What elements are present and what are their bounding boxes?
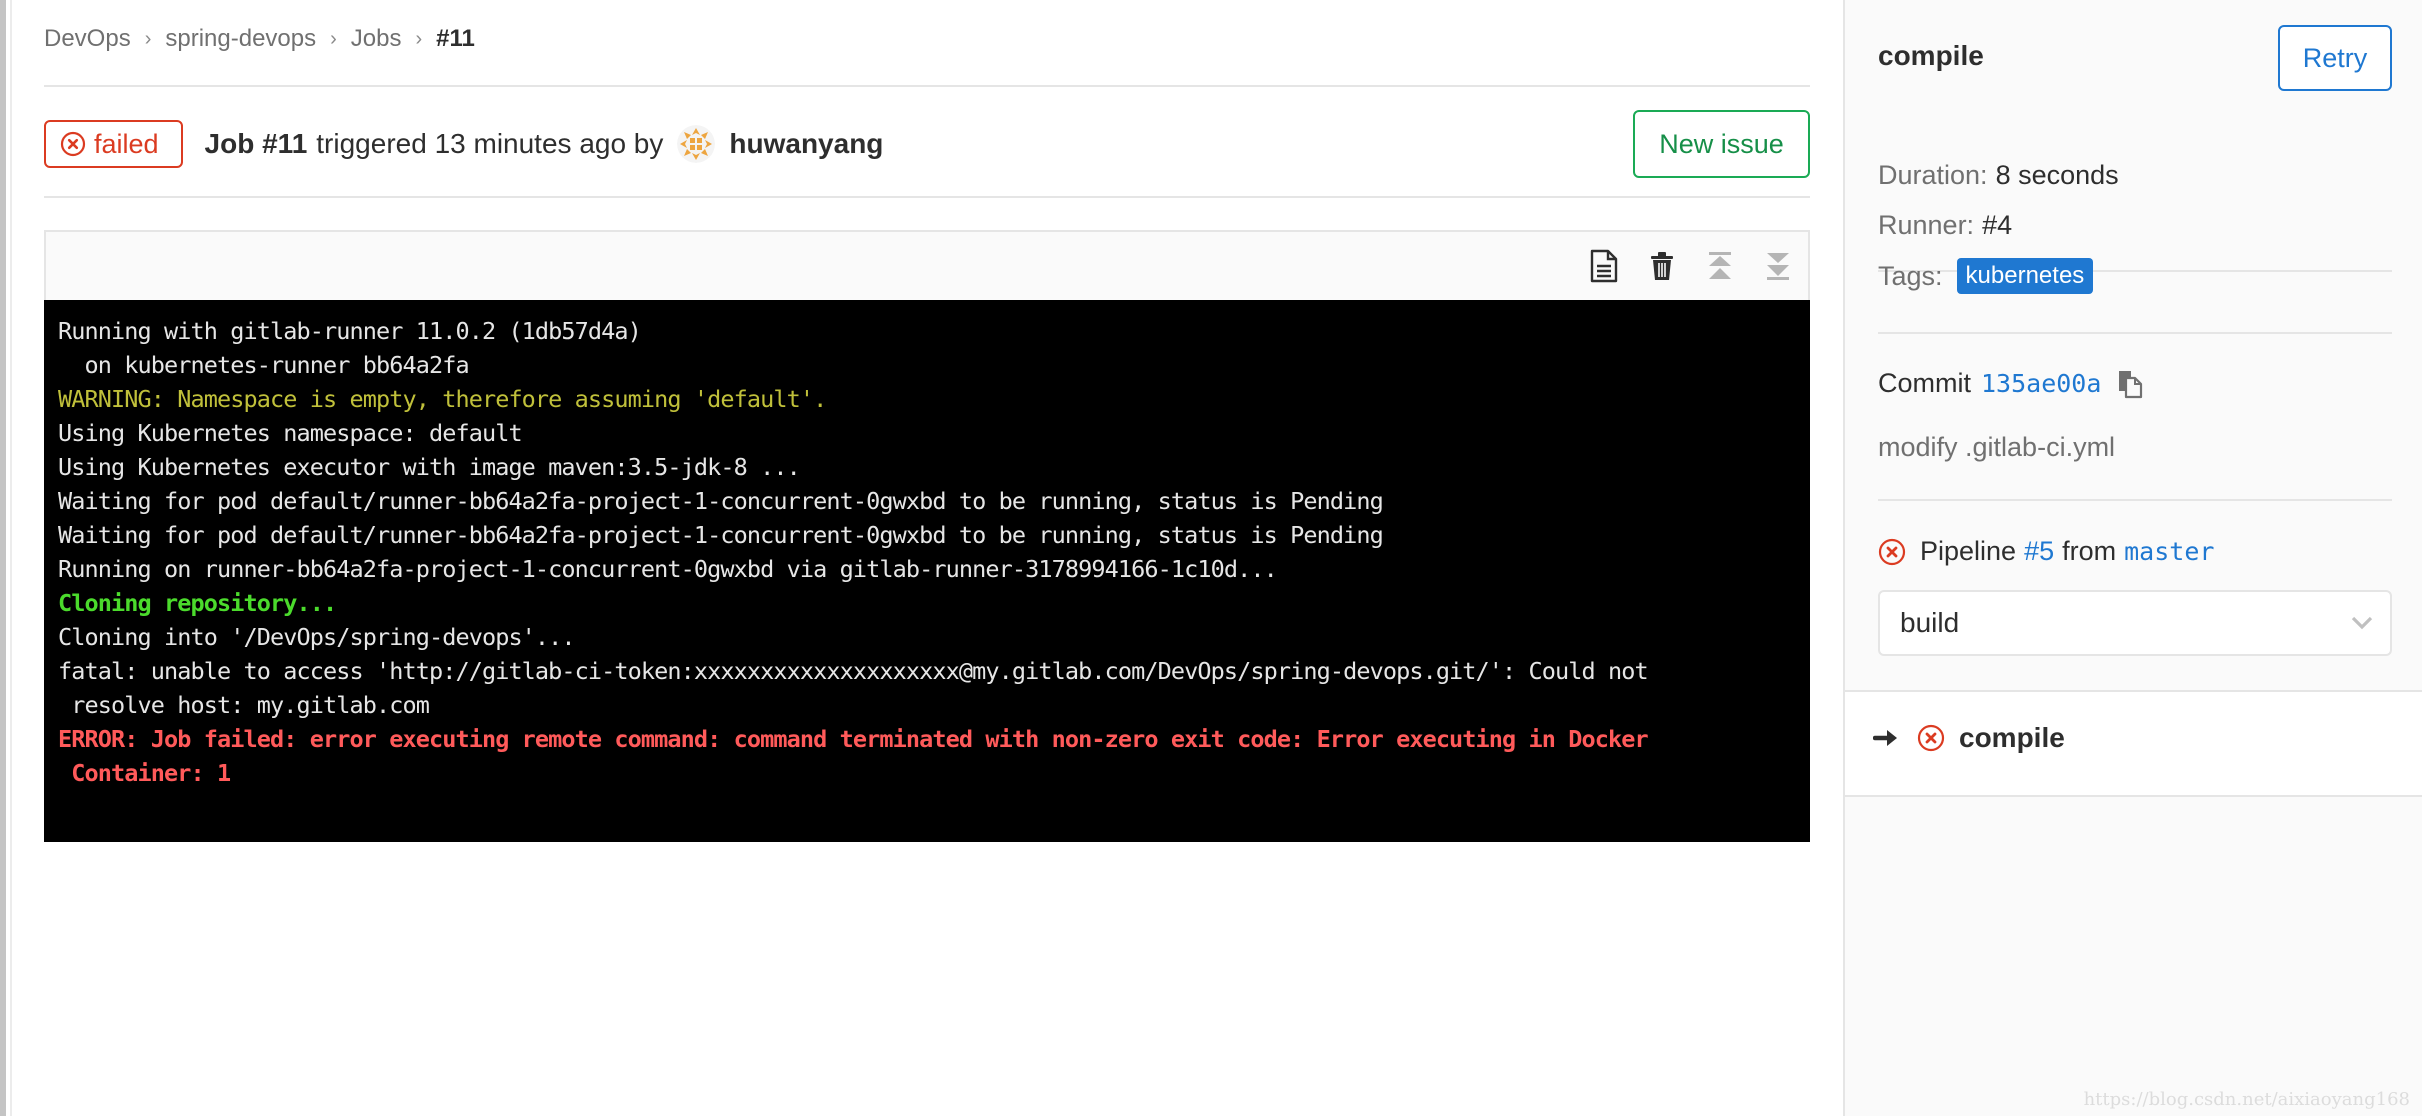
list-item[interactable]: compile <box>1873 722 2065 754</box>
tags-row: Tags: kubernetes <box>1878 258 2094 294</box>
author-link[interactable]: huwanyang <box>729 128 883 160</box>
breadcrumb-project[interactable]: spring-devops <box>165 25 316 53</box>
stage-dropdown[interactable]: build <box>1878 590 2392 656</box>
page-scrollbar[interactable] <box>0 0 6 1116</box>
commit-row: Commit 135ae00a <box>1878 368 2143 399</box>
left-border <box>10 0 12 1116</box>
sidebar-divider <box>1878 499 2392 501</box>
breadcrumb-separator: › <box>415 27 423 50</box>
status-badge[interactable]: failed <box>44 120 183 168</box>
job-failed-icon <box>1917 724 1945 752</box>
log-line: fatal: unable to access 'http://gitlab-c… <box>58 657 1649 685</box>
raw-log-icon[interactable] <box>1588 248 1620 284</box>
log-line: Waiting for pod default/runner-bb64a2fa-… <box>58 521 1384 549</box>
commit-label: Commit <box>1878 368 1971 398</box>
runner-label: Runner: <box>1878 210 1975 240</box>
chevron-down-icon <box>2351 616 2373 630</box>
header-divider <box>44 85 1810 87</box>
duration-label: Duration: <box>1878 160 1988 190</box>
copy-sha-icon[interactable] <box>2117 369 2143 399</box>
tags-label: Tags: <box>1878 260 1943 291</box>
job-sidebar: compile Retry Duration: 8 seconds Runner… <box>1843 0 2422 1116</box>
pipeline-from: from <box>2062 536 2117 566</box>
breadcrumb-current-job: #11 <box>436 25 475 52</box>
branch-link[interactable]: master <box>2124 537 2214 566</box>
status-label: failed <box>94 128 159 159</box>
watermark: https://blog.csdn.net/aixiaoyang168 <box>2083 1089 2410 1110</box>
new-issue-button[interactable]: New issue <box>1633 110 1810 178</box>
job-log-output[interactable]: Running with gitlab-runner 11.0.2 (1db57… <box>44 300 1810 842</box>
breadcrumb-separator: › <box>144 27 152 50</box>
log-line: Cloning repository... <box>58 589 337 617</box>
job-item-name: compile <box>1959 722 2065 753</box>
log-line: Running with gitlab-runner 11.0.2 (1db57… <box>58 317 642 345</box>
commit-sha-link[interactable]: 135ae00a <box>1981 369 2101 398</box>
stage-selected: build <box>1900 607 1960 638</box>
duration-row: Duration: 8 seconds <box>1878 160 2119 191</box>
erase-log-icon[interactable] <box>1646 248 1678 284</box>
log-line: Waiting for pod default/runner-bb64a2fa-… <box>58 487 1384 515</box>
pipeline-link[interactable]: #5 <box>2024 536 2054 567</box>
log-line: resolve host: my.gitlab.com <box>58 691 430 719</box>
log-line: on kubernetes-runner bb64a2fa <box>58 351 469 379</box>
triggered-text: triggered 13 minutes ago by <box>316 128 664 159</box>
job-header: failed Job #11 triggered 13 minutes ago … <box>44 110 1810 178</box>
scroll-bottom-icon[interactable] <box>1762 248 1794 284</box>
job-header-divider <box>44 196 1810 198</box>
job-summary: Job #11 triggered 13 minutes ago by huwa… <box>204 125 883 163</box>
retry-button[interactable]: Retry <box>2278 25 2392 91</box>
log-line: ERROR: Job failed: error executing remot… <box>58 725 1649 753</box>
stage-jobs-list: compile <box>1845 690 2422 797</box>
sidebar-job-name: compile <box>1878 40 1984 71</box>
breadcrumb-group[interactable]: DevOps <box>44 25 131 53</box>
log-line: Using Kubernetes executor with image mav… <box>58 453 801 481</box>
current-job-arrow-icon <box>1873 730 1897 746</box>
log-line: Container: 1 <box>58 759 231 787</box>
avatar[interactable] <box>677 125 716 163</box>
log-line: WARNING: Namespace is empty, therefore a… <box>58 385 827 413</box>
pipeline-label: Pipeline <box>1920 536 2017 566</box>
breadcrumb-jobs[interactable]: Jobs <box>351 25 402 53</box>
commit-message: modify .gitlab-ci.yml <box>1878 432 2116 462</box>
tag-badge: kubernetes <box>1956 258 2094 294</box>
runner-row: Runner: #4 <box>1878 210 2012 241</box>
breadcrumb: DevOps › spring-devops › Jobs › #11 <box>44 22 475 56</box>
job-id: Job #11 <box>204 128 308 159</box>
duration-value: 8 seconds <box>1995 160 2119 190</box>
runner-value: #4 <box>1982 210 2013 240</box>
log-line: Cloning into '/DevOps/spring-devops'... <box>58 623 576 651</box>
log-line: Using Kubernetes namespace: default <box>58 419 523 447</box>
sidebar-divider <box>1878 332 2392 334</box>
status-failed-icon <box>60 131 86 157</box>
log-line: Running on runner-bb64a2fa-project-1-con… <box>58 555 1278 583</box>
log-toolbar <box>44 230 1810 300</box>
pipeline-failed-icon <box>1878 538 1906 565</box>
scroll-top-icon[interactable] <box>1704 248 1736 284</box>
breadcrumb-separator: › <box>330 27 337 50</box>
pipeline-row: Pipeline #5 from master <box>1878 536 2214 567</box>
